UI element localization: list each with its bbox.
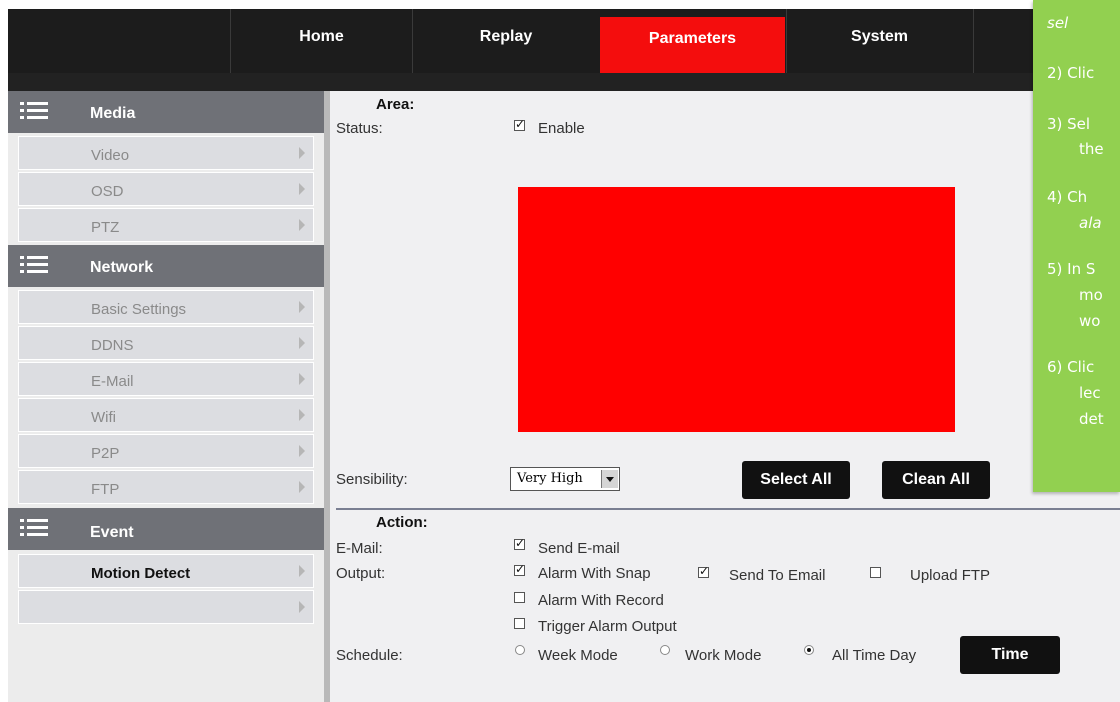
- week-mode-radio[interactable]: [515, 645, 525, 655]
- chevron-right-icon: [299, 147, 305, 159]
- app-window: Home Replay Parameters System Media Vide…: [8, 9, 1120, 702]
- trigger-alarm-output-label: Trigger Alarm Output: [538, 618, 677, 635]
- sensibility-value: Very High: [517, 471, 583, 486]
- tab-system[interactable]: System: [786, 9, 972, 73]
- chevron-right-icon: [299, 445, 305, 457]
- sidebar-item-label: Motion Detect: [91, 565, 191, 582]
- sidebar-category-label: Media: [90, 105, 136, 122]
- enable-label: Enable: [538, 120, 585, 137]
- motion-area-grid[interactable]: [518, 187, 955, 432]
- chevron-right-icon: [299, 219, 305, 231]
- sidebar-item-label: Wifi: [91, 409, 116, 426]
- schedule-label: Schedule:: [336, 647, 403, 664]
- top-nav: Home Replay Parameters System: [8, 9, 1120, 91]
- nav-bottom-strip: [8, 73, 1120, 91]
- sidebar-item-ptz[interactable]: PTZ: [18, 208, 314, 242]
- upload-ftp-label: Upload FTP: [910, 567, 991, 584]
- instruction-line: lec: [1079, 384, 1101, 402]
- sidebar-item-video[interactable]: Video: [18, 136, 314, 170]
- sidebar-item-osd[interactable]: OSD: [18, 172, 314, 206]
- sensibility-select[interactable]: Very High: [510, 467, 620, 491]
- sidebar-category-event[interactable]: Event: [8, 508, 330, 550]
- sidebar-item-label: FTP: [91, 481, 120, 498]
- send-to-email-label: Send To Email: [729, 567, 826, 584]
- main-panel: Area: Status: Enable Sensibility: Very H…: [336, 91, 1120, 702]
- instruction-line: 4) Ch: [1047, 188, 1088, 206]
- instruction-line: mo: [1079, 286, 1103, 304]
- sidebar-item-label: E-Mail: [91, 373, 134, 390]
- all-time-day-radio[interactable]: [804, 645, 814, 655]
- chevron-right-icon: [299, 183, 305, 195]
- instruction-line: wo: [1079, 312, 1101, 330]
- clean-all-button[interactable]: Clean All: [882, 461, 990, 499]
- instruction-line: 2) Clic: [1047, 64, 1095, 82]
- action-heading: Action:: [376, 514, 428, 531]
- chevron-right-icon: [299, 601, 305, 613]
- chevron-right-icon: [299, 337, 305, 349]
- chevron-down-icon[interactable]: [601, 470, 618, 488]
- instruction-line: 3) Sel: [1047, 115, 1091, 133]
- sidebar-item-label: P2P: [91, 445, 120, 462]
- chevron-right-icon: [299, 565, 305, 577]
- all-time-day-label: All Time Day: [832, 647, 917, 664]
- instruction-line: sel: [1047, 14, 1069, 32]
- sidebar-item-ddns[interactable]: DDNS: [18, 326, 314, 360]
- instruction-line: the: [1079, 140, 1104, 158]
- send-to-email-checkbox[interactable]: [698, 564, 709, 578]
- sidebar-item-wifi[interactable]: Wifi: [18, 398, 314, 432]
- time-button[interactable]: Time: [960, 636, 1060, 674]
- instruction-line: 5) In S: [1047, 260, 1096, 278]
- sidebar: Media Video OSD PTZ Network Basic Settin…: [8, 91, 330, 702]
- instruction-line: ala: [1079, 214, 1102, 232]
- alarm-with-record-label: Alarm With Record: [538, 592, 664, 609]
- status-label: Status:: [336, 120, 383, 137]
- instruction-line: det: [1079, 410, 1104, 428]
- alarm-with-snap-checkbox[interactable]: [514, 562, 525, 576]
- sidebar-category-media[interactable]: Media: [8, 91, 330, 133]
- sidebar-category-label: Network: [90, 259, 154, 276]
- sidebar-item-next[interactable]: [18, 590, 314, 624]
- chevron-right-icon: [299, 373, 305, 385]
- week-mode-label: Week Mode: [538, 647, 618, 664]
- instruction-line: 6) Clic: [1047, 358, 1095, 376]
- work-mode-radio[interactable]: [660, 645, 670, 655]
- alarm-with-snap-label: Alarm With Snap: [538, 565, 651, 582]
- email-label: E-Mail:: [336, 540, 383, 557]
- sidebar-item-email[interactable]: E-Mail: [18, 362, 314, 396]
- sensibility-label: Sensibility:: [336, 471, 408, 488]
- sidebar-item-label: Video: [91, 147, 130, 164]
- send-email-checkbox[interactable]: [514, 536, 525, 550]
- sidebar-item-label: Basic Settings: [91, 301, 187, 318]
- output-label: Output:: [336, 565, 386, 582]
- tab-replay[interactable]: Replay: [412, 9, 599, 73]
- sidebar-item-basic-settings[interactable]: Basic Settings: [18, 290, 314, 324]
- sidebar-item-ftp[interactable]: FTP: [18, 470, 314, 504]
- enable-checkbox[interactable]: [514, 117, 525, 131]
- chevron-right-icon: [299, 481, 305, 493]
- tab-home[interactable]: Home: [230, 9, 412, 73]
- upload-ftp-checkbox[interactable]: [870, 567, 881, 578]
- sidebar-category-network[interactable]: Network: [8, 245, 330, 287]
- trigger-alarm-output-checkbox[interactable]: [514, 618, 525, 629]
- sidebar-category-label: Event: [90, 524, 134, 541]
- list-icon: [20, 519, 48, 536]
- sidebar-item-motion-detect[interactable]: Motion Detect: [18, 554, 314, 588]
- send-email-label: Send E-mail: [538, 540, 620, 557]
- select-all-button[interactable]: Select All: [742, 461, 850, 499]
- instruction-panel: sel 2) Clic 3) Sel the 4) Ch ala 5) In S…: [1033, 0, 1120, 492]
- sidebar-item-label: PTZ: [91, 219, 120, 236]
- sidebar-item-p2p[interactable]: P2P: [18, 434, 314, 468]
- area-heading: Area:: [376, 96, 415, 113]
- alarm-with-record-checkbox[interactable]: [514, 592, 525, 603]
- chevron-right-icon: [299, 409, 305, 421]
- list-icon: [20, 256, 48, 273]
- list-icon: [20, 102, 48, 119]
- section-divider: [336, 508, 1120, 510]
- chevron-right-icon: [299, 301, 305, 313]
- sidebar-item-label: OSD: [91, 183, 124, 200]
- tab-parameters[interactable]: Parameters: [600, 17, 785, 77]
- work-mode-label: Work Mode: [685, 647, 762, 664]
- sidebar-item-label: DDNS: [91, 337, 134, 354]
